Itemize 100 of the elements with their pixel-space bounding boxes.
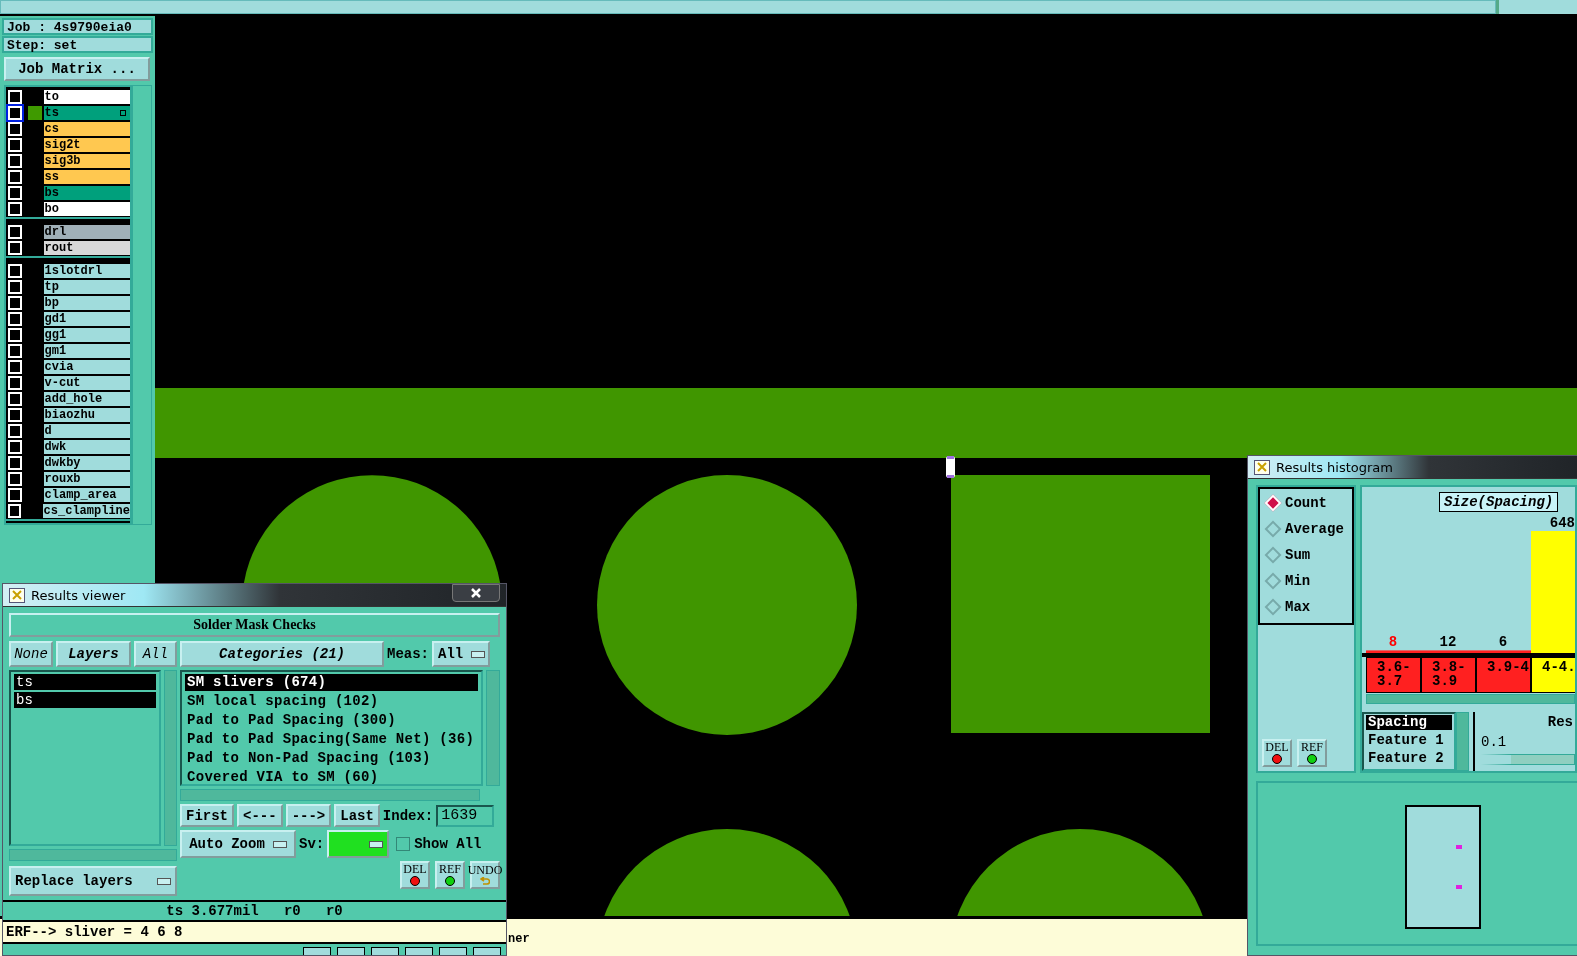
bin-label[interactable]: 3.6-3.7: [1366, 657, 1421, 693]
category-item[interactable]: SM local spacing (102): [185, 693, 478, 710]
show-all-checkbox[interactable]: [396, 837, 411, 851]
checkbox[interactable]: [8, 504, 22, 518]
attribute-item[interactable]: Spacing: [1366, 715, 1452, 731]
checkbox[interactable]: [8, 312, 22, 326]
next-button[interactable]: --->: [285, 804, 332, 827]
checkbox[interactable]: [8, 90, 22, 104]
checkbox[interactable]: [8, 138, 22, 152]
first-button[interactable]: First: [180, 804, 234, 827]
layer-name[interactable]: d: [43, 424, 130, 438]
layer-name[interactable]: dwk: [43, 440, 130, 454]
attribute-item[interactable]: Feature 2: [1366, 751, 1452, 767]
checkbox[interactable]: [8, 154, 22, 168]
scrollbar[interactable]: [132, 85, 152, 525]
sv-color-dropdown[interactable]: [327, 830, 390, 858]
refresh-button[interactable]: REF: [435, 861, 465, 889]
scrollbar[interactable]: [9, 849, 177, 861]
filter-button[interactable]: All: [133, 641, 177, 667]
scrollbar[interactable]: [164, 670, 177, 846]
layer-name[interactable]: biaozhu: [43, 408, 130, 422]
scrollbar[interactable]: [1366, 694, 1575, 705]
checkbox[interactable]: [8, 376, 22, 390]
scrollbar[interactable]: [180, 789, 480, 801]
checkbox[interactable]: [8, 344, 22, 358]
layer-item[interactable]: bs: [14, 692, 156, 708]
checkbox[interactable]: [8, 456, 22, 470]
layer-name[interactable]: gd1: [43, 312, 130, 326]
category-item[interactable]: Pad to Pad Spacing (300): [185, 712, 478, 729]
filter-button[interactable]: None: [9, 641, 53, 667]
checkbox[interactable]: [8, 280, 22, 294]
checkbox[interactable]: [8, 241, 22, 255]
layer-name[interactable]: 1slotdrl: [43, 264, 130, 278]
replace-layers-dropdown[interactable]: Replace layers: [9, 866, 177, 896]
mode-radio[interactable]: Sum: [1264, 547, 1348, 563]
scrollbar[interactable]: [486, 670, 500, 786]
checkbox[interactable]: [8, 488, 22, 502]
checkbox[interactable]: [8, 122, 22, 136]
layer-item[interactable]: ts: [14, 674, 156, 690]
layer-name[interactable]: sig3b: [43, 154, 130, 168]
layer-name[interactable]: dwkby: [43, 456, 130, 470]
checkbox[interactable]: [8, 328, 22, 342]
meas-dropdown[interactable]: All: [432, 641, 490, 667]
layer-name[interactable]: bp: [43, 296, 130, 310]
checkbox[interactable]: [8, 408, 22, 422]
job-matrix-button[interactable]: Job Matrix ...: [4, 57, 150, 81]
checkbox[interactable]: [8, 360, 22, 374]
layer-name[interactable]: v-cut: [43, 376, 130, 390]
bin-label[interactable]: 4-4.: [1531, 657, 1575, 693]
layer-name[interactable]: gm1: [43, 344, 130, 358]
scrollbar[interactable]: [1456, 712, 1469, 771]
mode-radio[interactable]: Count: [1264, 495, 1348, 511]
layer-name[interactable]: ts: [43, 106, 130, 120]
layer-name[interactable]: sig2t: [43, 138, 130, 152]
mode-radio[interactable]: Max: [1264, 599, 1348, 615]
layer-name[interactable]: drl: [43, 225, 130, 239]
checkbox[interactable]: [8, 170, 22, 184]
checkbox[interactable]: [8, 186, 22, 200]
category-item[interactable]: Pad to Pad Spacing(Same Net) (36): [185, 731, 478, 748]
layer-name[interactable]: tp: [43, 280, 130, 294]
layers-button[interactable]: Layers: [56, 641, 131, 667]
layer-name[interactable]: bo: [43, 202, 130, 216]
layer-name[interactable]: cs_clampline: [42, 504, 130, 518]
checkbox[interactable]: [8, 264, 22, 278]
bin-label[interactable]: 3.8-3.9: [1421, 657, 1476, 693]
attribute-item[interactable]: Feature 1: [1366, 733, 1452, 749]
mode-radio[interactable]: Min: [1264, 573, 1348, 589]
layer-name[interactable]: clamp_area: [43, 488, 130, 502]
checkbox[interactable]: [8, 392, 22, 406]
layer-name[interactable]: add_hole: [43, 392, 130, 406]
layer-name[interactable]: bs: [43, 186, 130, 200]
checkbox[interactable]: [8, 296, 22, 310]
category-item[interactable]: Pad to Non-Pad Spacing (103): [185, 750, 478, 767]
refresh-button[interactable]: REF: [1297, 739, 1327, 767]
last-button[interactable]: Last: [334, 804, 380, 827]
bin-label[interactable]: 3.9-4: [1476, 657, 1531, 693]
layer-name[interactable]: rouxb: [43, 472, 130, 486]
delete-button[interactable]: DEL: [400, 861, 430, 889]
previous-button[interactable]: <---: [237, 804, 283, 827]
checkbox[interactable]: [8, 440, 22, 454]
layer-name[interactable]: cvia: [43, 360, 130, 374]
index-field[interactable]: 1639: [436, 804, 495, 827]
category-item[interactable]: Covered VIA to SM (60): [185, 769, 478, 786]
checkbox[interactable]: [8, 424, 22, 438]
layer-name[interactable]: gg1: [43, 328, 130, 342]
checkbox[interactable]: [8, 202, 22, 216]
undo-button[interactable]: UNDO: [470, 861, 500, 889]
layer-name[interactable]: rout: [43, 241, 130, 255]
checkbox[interactable]: [8, 225, 22, 239]
layer-name[interactable]: cs: [43, 122, 130, 136]
close-button[interactable]: [452, 584, 500, 602]
categories-button[interactable]: Categories (21): [180, 641, 384, 667]
auto-zoom-dropdown[interactable]: Auto Zoom: [180, 830, 296, 858]
checkbox[interactable]: [8, 106, 22, 120]
checkbox[interactable]: [8, 472, 22, 486]
category-item[interactable]: SM slivers (674): [185, 674, 478, 691]
delete-button[interactable]: DEL: [1262, 739, 1292, 767]
mode-radio[interactable]: Average: [1264, 521, 1348, 537]
layer-name[interactable]: to: [43, 90, 130, 104]
layer-name[interactable]: ss: [43, 170, 130, 184]
